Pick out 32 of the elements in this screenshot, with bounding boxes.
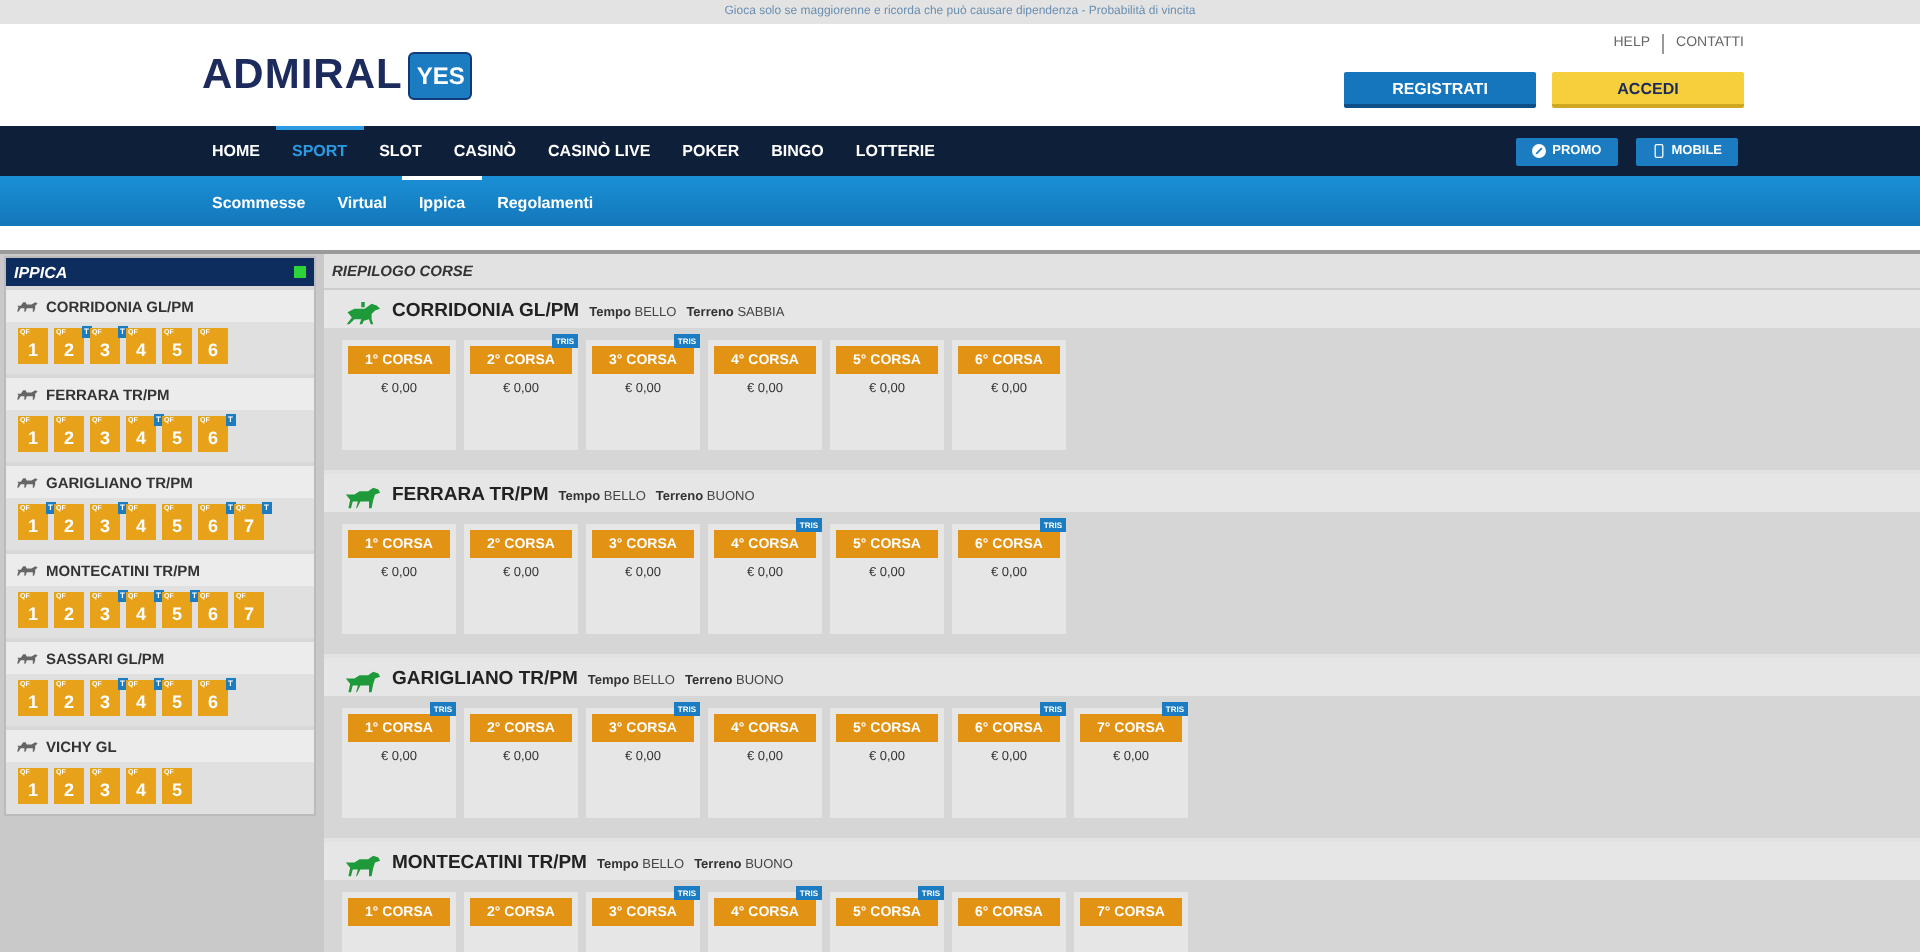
horse-icon <box>16 651 40 665</box>
horse-icon <box>16 387 40 401</box>
meeting-title: MONTECATINI TR/PM <box>392 852 587 874</box>
register-button[interactable]: REGISTRATI <box>1344 72 1536 108</box>
nav-tab[interactable]: LOTTERIE <box>839 126 951 176</box>
horse-icon <box>16 475 40 489</box>
subnav-tab[interactable]: Regolamenti <box>481 176 610 226</box>
subnav-tab[interactable]: Scommesse <box>196 176 322 226</box>
nav-tab[interactable]: BINGO <box>755 126 840 176</box>
login-button[interactable]: ACCEDI <box>1552 72 1744 108</box>
sulky-horse-icon <box>344 486 382 510</box>
horse-icon <box>16 299 40 313</box>
subnav-tab[interactable]: Virtual <box>321 176 403 226</box>
jockey-horse-icon <box>344 302 382 326</box>
meeting-title: CORRIDONIA GL/PM <box>392 300 580 322</box>
sulky-horse-icon <box>344 670 382 694</box>
sulky-horse-icon <box>344 854 382 878</box>
logo-badge: YES <box>408 51 473 99</box>
logo-wordmark[interactable]: ADMIRAL <box>202 51 403 99</box>
meeting-title: GARIGLIANO TR/PM <box>392 668 578 690</box>
status-indicator <box>294 266 306 278</box>
horse-icon <box>16 563 40 577</box>
nav-tab[interactable]: SLOT <box>363 126 438 176</box>
sidebar-title: IPPICA <box>14 263 68 281</box>
subnav-tab[interactable]: Ippica <box>402 176 482 226</box>
phone-icon <box>1651 144 1666 158</box>
horse-icon <box>16 739 40 753</box>
nav-tab[interactable]: POKER <box>666 126 756 176</box>
nav-tab[interactable]: HOME <box>196 126 276 176</box>
nav-tab[interactable]: CASINÒ <box>437 126 533 176</box>
nav-tab[interactable]: CASINÒ LIVE <box>532 126 667 176</box>
meeting-title: FERRARA TR/PM <box>392 484 549 506</box>
